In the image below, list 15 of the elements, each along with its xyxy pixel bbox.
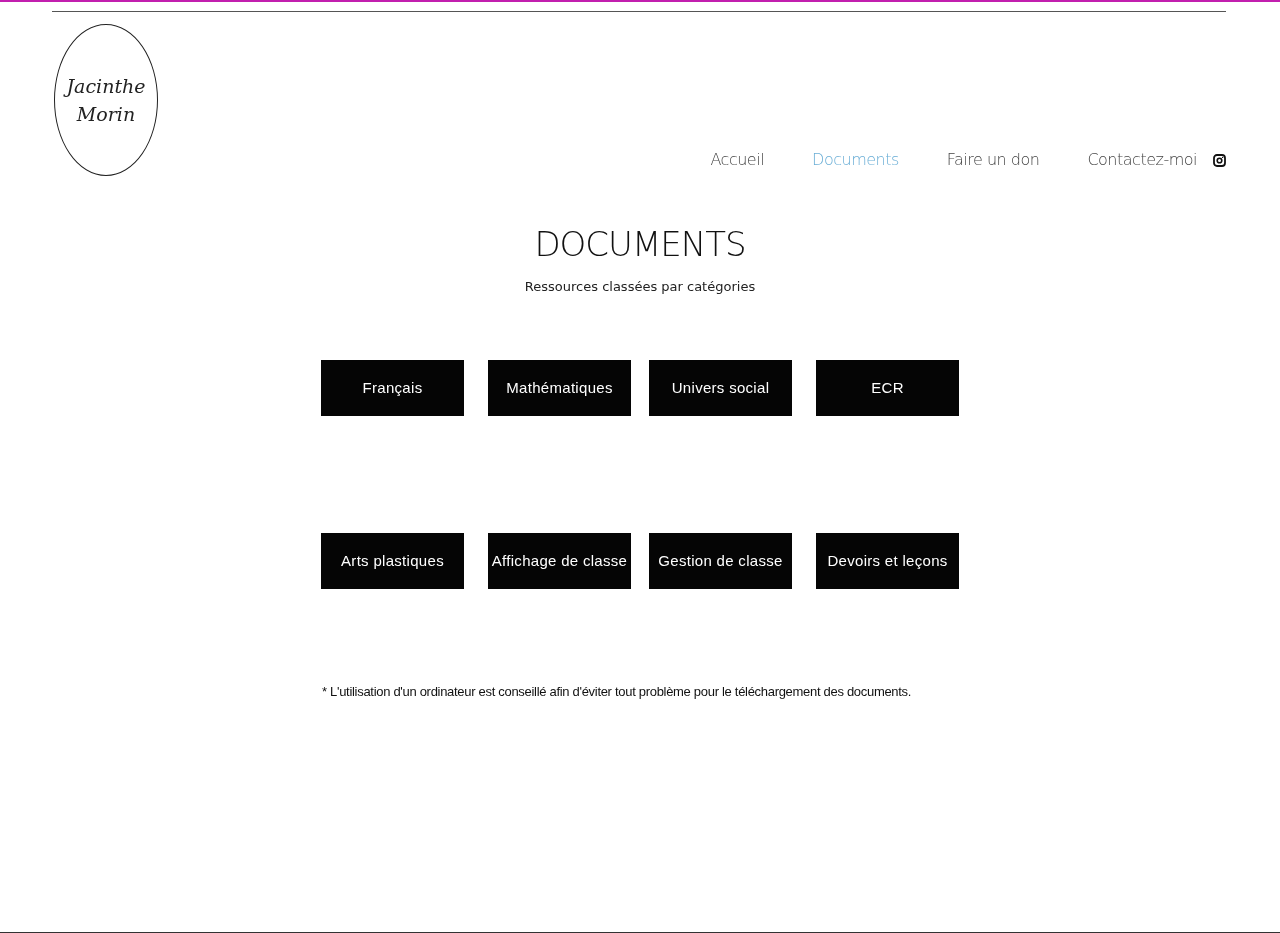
category-button[interactable]: Univers social: [649, 360, 792, 417]
page-title: DOCUMENTS: [533, 224, 747, 265]
category-button[interactable]: Gestion de classe: [649, 533, 792, 590]
page-subtitle: Ressources classées par catégories: [523, 277, 757, 296]
category-button[interactable]: Mathématiques: [488, 360, 631, 417]
category-button[interactable]: Affichage de classe: [488, 533, 631, 590]
category-button[interactable]: Arts plastiques: [321, 533, 464, 590]
nav-link[interactable]: Contactez-moi: [1087, 148, 1197, 172]
nav-link[interactable]: Faire un don: [946, 148, 1040, 172]
category-button[interactable]: ECR: [816, 360, 959, 417]
nav-link[interactable]: Accueil: [710, 148, 765, 172]
note-text: * L'utilisation d'un ordinateur est conseillé afin d'éviter tout problème pour le téléchargement des documents.: [322, 684, 912, 700]
instagram-icon[interactable]: [1213, 153, 1226, 167]
category-button[interactable]: Français: [321, 360, 464, 417]
category-button[interactable]: Devoirs et leçons: [816, 533, 959, 590]
